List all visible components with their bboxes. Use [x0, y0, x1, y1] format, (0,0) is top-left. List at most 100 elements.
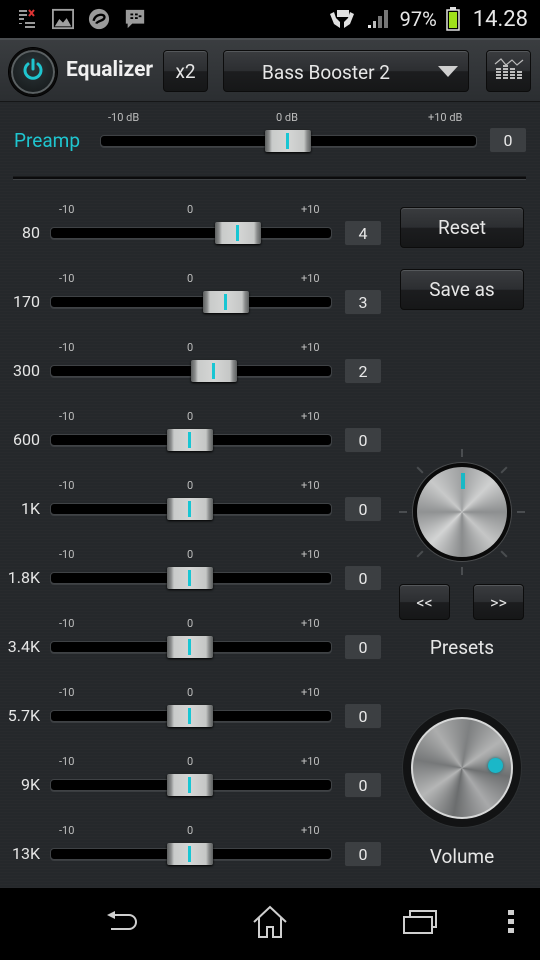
app-title: Equalizer	[66, 58, 154, 82]
knob-tick-mark	[416, 550, 424, 558]
knob-tick-mark	[517, 511, 525, 513]
knob-tick-mark	[461, 567, 463, 575]
band-min-tick: -10	[59, 341, 75, 354]
visualizer-button[interactable]	[486, 50, 531, 92]
presets-label: Presets	[429, 636, 495, 659]
x2-button[interactable]: x2	[163, 50, 208, 92]
band-value: 0	[345, 428, 381, 452]
bbm-icon	[124, 8, 146, 30]
knob-tick-mark	[500, 550, 508, 558]
knob-indicator	[461, 473, 465, 489]
presets-knob[interactable]	[413, 463, 511, 561]
band-frequency-label: 600	[13, 430, 40, 449]
battery-icon	[445, 7, 461, 31]
save-as-button[interactable]: Save as	[400, 269, 524, 310]
band-frequency-label: 170	[13, 292, 40, 311]
preamp-mid-tick: 0 dB	[276, 111, 298, 124]
band-slider-track[interactable]	[50, 296, 332, 308]
band-value: 0	[345, 842, 381, 866]
home-icon	[252, 905, 288, 943]
band-min-tick: -10	[59, 479, 75, 492]
band-slider-thumb[interactable]	[203, 291, 249, 313]
band-max-tick: +10	[301, 617, 320, 630]
band-frequency-label: 300	[13, 361, 40, 380]
band-frequency-label: 13K	[11, 844, 40, 863]
volume-label: Volume	[429, 845, 495, 868]
knob-tick-mark	[399, 511, 407, 513]
band-min-tick: -10	[59, 686, 75, 699]
band-min-tick: -10	[59, 410, 75, 423]
battery-percent: 97%	[399, 7, 437, 31]
nfc-hands-icon	[328, 8, 356, 30]
band-mid-tick: 0	[187, 686, 194, 699]
band-slider-thumb[interactable]	[167, 843, 213, 865]
band-value: 0	[345, 635, 381, 659]
volume-knob[interactable]	[411, 717, 513, 819]
band-min-tick: -10	[59, 203, 75, 216]
divider	[13, 176, 526, 180]
volume-indicator-dot	[488, 758, 503, 773]
band-slider-thumb[interactable]	[167, 774, 213, 796]
navigation-bar	[0, 888, 540, 960]
band-value: 0	[345, 566, 381, 590]
band-slider-thumb[interactable]	[167, 636, 213, 658]
band-max-tick: +10	[301, 410, 320, 423]
power-icon	[20, 57, 46, 87]
recent-apps-button[interactable]	[397, 902, 443, 946]
band-value: 2	[345, 359, 381, 383]
band-slider-thumb[interactable]	[215, 222, 261, 244]
spectrum-icon	[493, 56, 525, 86]
band-mid-tick: 0	[187, 479, 194, 492]
back-icon	[103, 909, 139, 939]
preset-dropdown[interactable]: Bass Booster 2	[223, 50, 469, 92]
band-value: 3	[345, 290, 381, 314]
band-min-tick: -10	[59, 272, 75, 285]
band-slider-thumb[interactable]	[167, 429, 213, 451]
band-frequency-label: 80	[22, 223, 40, 242]
band-slider-track[interactable]	[50, 227, 332, 239]
band-slider-thumb[interactable]	[167, 705, 213, 727]
band-min-tick: -10	[59, 548, 75, 561]
band-mid-tick: 0	[187, 272, 194, 285]
band-slider-thumb[interactable]	[167, 567, 213, 589]
back-button[interactable]	[98, 902, 144, 946]
band-mid-tick: 0	[187, 410, 194, 423]
band-slider-thumb[interactable]	[191, 360, 237, 382]
band-max-tick: +10	[301, 548, 320, 561]
signal-icon	[364, 8, 392, 30]
preamp-label: Preamp	[14, 129, 80, 152]
knob-tick-mark	[500, 466, 508, 474]
power-toggle-button[interactable]	[9, 48, 57, 96]
band-value: 0	[345, 773, 381, 797]
preamp-min-tick: -10 dB	[108, 111, 140, 124]
previous-preset-button[interactable]: <<	[399, 584, 450, 620]
band-min-tick: -10	[59, 824, 75, 837]
app-header: Equalizer x2 Bass Booster 2	[0, 38, 540, 102]
next-preset-button[interactable]: >>	[473, 584, 524, 620]
band-mid-tick: 0	[187, 341, 194, 354]
band-value: 0	[345, 704, 381, 728]
band-value: 0	[345, 497, 381, 521]
band-max-tick: +10	[301, 341, 320, 354]
overflow-menu-button[interactable]	[500, 902, 522, 946]
chat-app-icon	[88, 8, 110, 30]
knob-tick-mark	[416, 466, 424, 474]
band-max-tick: +10	[301, 686, 320, 699]
band-mid-tick: 0	[187, 755, 194, 768]
preamp-slider-thumb[interactable]	[265, 130, 311, 152]
band-frequency-label: 1.8K	[7, 568, 40, 587]
status-bar: 97% 14.28	[0, 0, 540, 38]
band-max-tick: +10	[301, 203, 320, 216]
band-max-tick: +10	[301, 824, 320, 837]
image-icon	[52, 8, 74, 30]
task-list-icon	[16, 8, 38, 30]
band-max-tick: +10	[301, 272, 320, 285]
band-frequency-label: 3.4K	[7, 637, 40, 656]
volume-knob-ring	[403, 709, 521, 827]
preamp-value: 0	[490, 128, 526, 152]
reset-button[interactable]: Reset	[400, 207, 524, 248]
band-slider-thumb[interactable]	[167, 498, 213, 520]
home-button[interactable]	[247, 902, 293, 946]
preset-selected-label: Bass Booster 2	[262, 61, 390, 84]
clock: 14.28	[472, 6, 528, 32]
